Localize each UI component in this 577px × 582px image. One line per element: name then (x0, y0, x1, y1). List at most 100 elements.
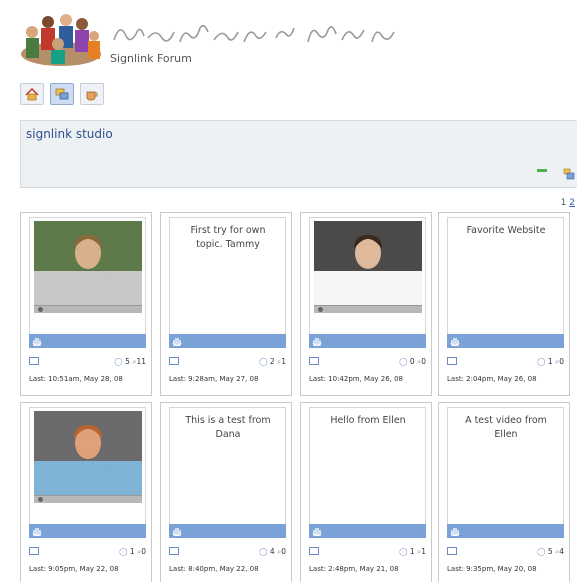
topic-text: A test video from Ellen (465, 415, 547, 440)
last-post-time: Last: 9:35pm, May 20, 08 (447, 565, 537, 573)
email-icon[interactable] (447, 357, 457, 365)
play-icon[interactable] (318, 307, 323, 312)
video-thumbnail[interactable] (309, 217, 426, 335)
topic-meta: ◯ 1 ⌕1 (309, 547, 426, 559)
email-icon[interactable] (447, 547, 457, 555)
topic-card[interactable]: Hello from Ellen ◯ 1 ⌕1 Last: 2:48pm, May … (300, 402, 432, 582)
topic-meta: ◯ 1 ⌕0 (29, 547, 146, 559)
topic-stats: ◯ 1 ⌕0 (537, 357, 564, 367)
video-controls[interactable] (34, 305, 142, 313)
last-post-time: Last: 2:04pm, May 26, 08 (447, 375, 537, 383)
topic-card[interactable]: A test video from Ellen ◯ 5 ⌕4 Last: 9:35p… (438, 402, 570, 582)
topic-card[interactable]: First try for own topic. Tammy ◯ 2 ⌕1 Last… (160, 212, 292, 396)
text-thumbnail[interactable]: Hello from Ellen (309, 407, 426, 525)
text-thumbnail[interactable]: This is a test from Dana (169, 407, 286, 525)
video-thumbnail[interactable] (29, 407, 146, 525)
video-frame (34, 221, 142, 305)
topic-stats: ◯ 1 ⌕1 (399, 547, 426, 557)
page-link-next[interactable]: 2 (569, 198, 575, 208)
hand-icon (172, 338, 182, 347)
email-icon[interactable] (169, 357, 179, 365)
topic-card[interactable]: This is a test from Dana ◯ 4 ⌕0 Last: 8:40… (160, 402, 292, 582)
topic-meta: ◯ 5 ⌕11 (29, 357, 146, 369)
view-count: 11 (136, 357, 146, 366)
view-count: 0 (281, 547, 286, 556)
play-icon[interactable] (38, 307, 43, 312)
sign-bar[interactable] (29, 524, 146, 538)
email-icon[interactable] (309, 547, 319, 555)
topic-card[interactable]: Favorite Website ◯ 1 ⌕0 Last: 2:04pm, May … (438, 212, 570, 396)
discussion-button[interactable] (50, 83, 74, 105)
sign-bar[interactable] (169, 524, 286, 538)
topic-meta: ◯ 4 ⌕0 (169, 547, 286, 559)
reply-icon: ◯ (399, 357, 410, 366)
home-icon (25, 87, 39, 100)
last-post-time: Last: 10:42pm, May 26, 08 (309, 375, 404, 383)
last-post-time: Last: 2:48pm, May 21, 08 (309, 565, 399, 573)
reply-icon: ◯ (537, 357, 548, 366)
topic-text: Favorite Website (466, 225, 546, 236)
video-thumbnail[interactable] (29, 217, 146, 335)
sign-bar[interactable] (447, 334, 564, 348)
reply-icon: ◯ (119, 547, 130, 556)
reply-count: 4 (269, 547, 275, 556)
hand-icon (450, 338, 460, 347)
sign-bar[interactable] (29, 334, 146, 348)
hand-icon (172, 528, 182, 537)
sign-bar[interactable] (309, 334, 426, 348)
home-button[interactable] (20, 83, 44, 105)
email-icon[interactable] (169, 547, 179, 555)
view-count: 1 (421, 547, 426, 556)
email-icon[interactable] (29, 357, 39, 365)
video-controls[interactable] (314, 305, 422, 313)
reply-icon: ◯ (259, 547, 270, 556)
hand-icon (450, 528, 460, 537)
reply-count: 0 (409, 357, 415, 366)
email-icon[interactable] (309, 357, 319, 365)
fingerspelled-title-image (110, 12, 410, 52)
email-icon[interactable] (29, 547, 39, 555)
sign-bar[interactable] (309, 524, 426, 538)
view-count: 0 (421, 357, 426, 366)
view-count: 4 (559, 547, 564, 556)
pagination: 1 2 (561, 198, 575, 208)
reply-count: 2 (269, 357, 275, 366)
video-frame (314, 221, 422, 305)
video-frame (34, 411, 142, 495)
topic-card[interactable]: ◯ 1 ⌕0 Last: 9:05pm, May 22, 08 (20, 402, 152, 582)
forum-subtitle: Signlink Forum (110, 52, 192, 65)
topic-text: First try for own topic. Tammy (190, 225, 266, 250)
discussion-icon (55, 88, 69, 99)
reply-count: 5 (125, 357, 130, 366)
view-count: 0 (141, 547, 146, 556)
coffee-button[interactable] (80, 83, 104, 105)
new-topic-icon[interactable] (563, 165, 575, 180)
reply-count: 5 (547, 547, 553, 556)
view-count: 1 (281, 357, 286, 366)
collapse-icon[interactable] (537, 169, 547, 172)
sign-bar[interactable] (169, 334, 286, 348)
hand-icon (32, 338, 42, 347)
topic-stats: ◯ 5 ⌕4 (537, 547, 564, 557)
page-current: 1 (560, 198, 567, 208)
play-icon[interactable] (38, 497, 43, 502)
topic-meta: ◯ 2 ⌕1 (169, 357, 286, 369)
topic-meta: ◯ 0 ⌕0 (309, 357, 426, 369)
coffee-icon (86, 91, 98, 100)
topic-stats: ◯ 5 ⌕11 (114, 357, 146, 367)
hand-icon (312, 338, 322, 347)
studio-panel: signlink studio (20, 120, 577, 188)
text-thumbnail[interactable]: First try for own topic. Tammy (169, 217, 286, 335)
topic-card[interactable]: ◯ 0 ⌕0 Last: 10:42pm, May 26, 08 (300, 212, 432, 396)
topic-card[interactable]: ◯ 5 ⌕11 Last: 10:51am, May 28, 08 (20, 212, 152, 396)
community-logo (18, 10, 104, 68)
sign-bar[interactable] (447, 524, 564, 538)
reply-icon: ◯ (114, 357, 126, 366)
topic-stats: ◯ 2 ⌕1 (259, 357, 286, 367)
text-thumbnail[interactable]: A test video from Ellen (447, 407, 564, 525)
text-thumbnail[interactable]: Favorite Website (447, 217, 564, 335)
reply-icon: ◯ (537, 547, 548, 556)
last-post-time: Last: 10:51am, May 28, 08 (29, 375, 123, 383)
video-controls[interactable] (34, 495, 142, 503)
topic-stats: ◯ 4 ⌕0 (259, 547, 286, 557)
